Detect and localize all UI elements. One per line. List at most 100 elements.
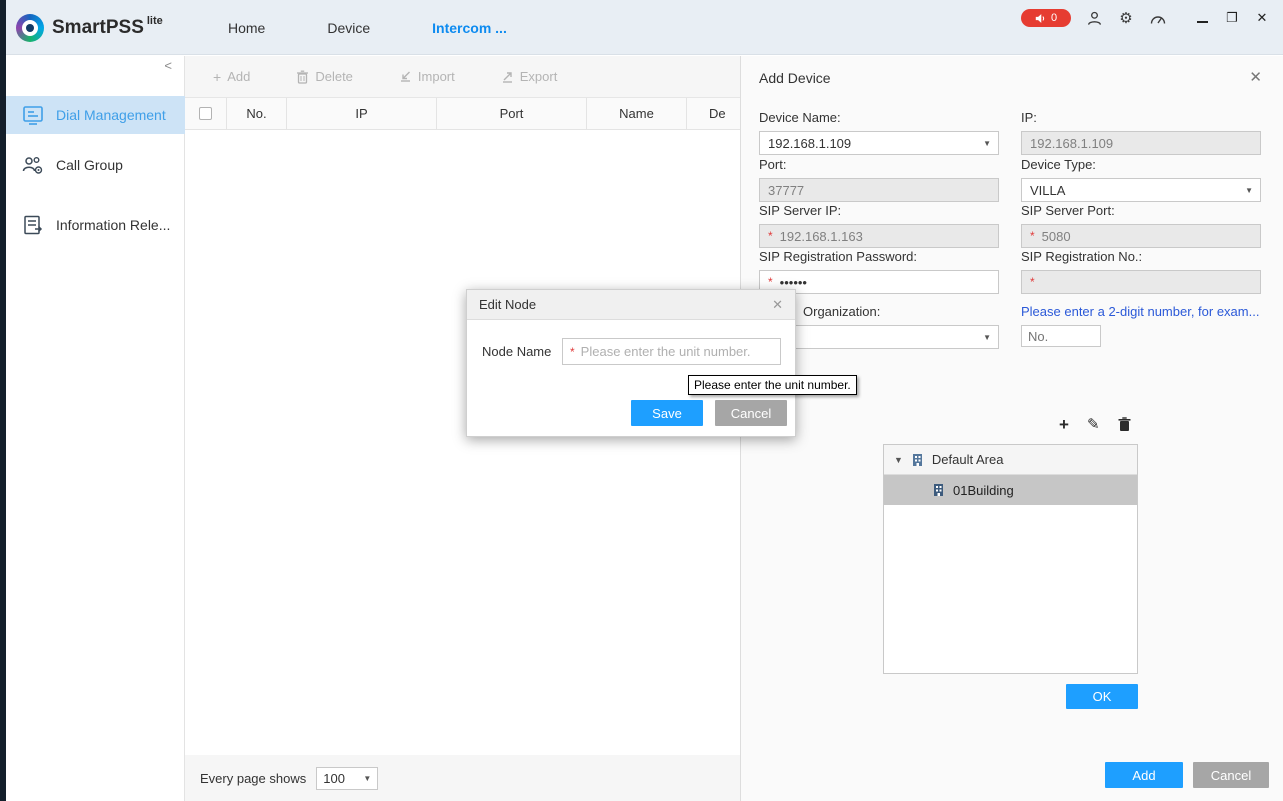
- chevron-down-icon: ▼: [983, 139, 991, 148]
- add-node-icon[interactable]: +: [1059, 416, 1069, 433]
- main-nav-tabs: Home Device Intercom ...: [228, 0, 569, 55]
- sidebar-item-call-group[interactable]: Call Group: [6, 146, 185, 184]
- number-hint-text: Please enter a 2-digit number, for exam.…: [1021, 304, 1259, 319]
- add-button[interactable]: + Add: [213, 69, 250, 85]
- tree-node-label: Default Area: [932, 452, 1004, 467]
- edit-node-dialog: Edit Node ✕ Node Name * Save Cancel: [466, 289, 796, 437]
- window-controls: ❐ ✕: [1195, 10, 1269, 26]
- save-button[interactable]: Save: [631, 400, 703, 426]
- export-button[interactable]: Export: [501, 69, 558, 84]
- export-button-label: Export: [520, 69, 558, 84]
- required-marker: *: [1030, 229, 1035, 243]
- sip-registration-no-label: SIP Registration No.:: [1021, 249, 1142, 264]
- minimize-button[interactable]: [1195, 11, 1209, 26]
- sip-server-ip-field: * 192.168.1.163: [759, 224, 999, 248]
- column-header-port: Port: [437, 98, 587, 129]
- port-value: 37777: [768, 183, 804, 198]
- node-name-input-wrap: *: [562, 338, 781, 365]
- page-size-value: 100: [323, 771, 345, 786]
- sip-server-port-value: 5080: [1042, 229, 1071, 244]
- app-logo-icon: [16, 14, 44, 42]
- app-name-suffix: lite: [147, 15, 163, 27]
- page-size-select[interactable]: 100 ▼: [316, 767, 378, 790]
- device-type-value: VILLA: [1030, 183, 1065, 198]
- tree-toolbar: + ✎: [1059, 416, 1131, 433]
- close-panel-icon[interactable]: ✕: [1249, 68, 1262, 86]
- add-device-title: Add Device: [759, 70, 831, 86]
- sip-server-port-label: SIP Server Port:: [1021, 203, 1115, 218]
- delete-node-icon[interactable]: [1118, 417, 1131, 432]
- sidebar: < Dial Management Call Group Information…: [6, 56, 185, 801]
- column-header-no: No.: [227, 98, 287, 129]
- sip-registration-no-field: *: [1021, 270, 1261, 294]
- select-all-cell: [185, 98, 227, 129]
- tree-node-default-area[interactable]: ▼ Default Area: [884, 445, 1137, 475]
- panel-cancel-button[interactable]: Cancel: [1193, 762, 1269, 788]
- settings-gear-icon[interactable]: ⚙: [1117, 9, 1135, 27]
- maximize-button[interactable]: ❐: [1225, 10, 1239, 26]
- tree-node-01building[interactable]: 01Building: [884, 475, 1137, 505]
- edit-node-icon[interactable]: ✎: [1087, 417, 1100, 432]
- device-type-combo[interactable]: VILLA ▼: [1021, 178, 1261, 202]
- app-name: SmartPSS: [52, 14, 144, 42]
- input-tooltip: Please enter the unit number.: [688, 375, 857, 395]
- information-release-icon: [22, 214, 44, 236]
- device-name-combo[interactable]: 192.168.1.109 ▼: [759, 131, 999, 155]
- alarm-count: 0: [1051, 12, 1057, 24]
- port-field: 37777: [759, 178, 999, 202]
- edit-node-titlebar: Edit Node ✕: [467, 290, 795, 320]
- select-all-checkbox[interactable]: [199, 107, 212, 120]
- sidebar-item-label: Dial Management: [56, 107, 166, 123]
- speaker-icon: [1035, 13, 1046, 24]
- close-dialog-icon[interactable]: ✕: [772, 297, 783, 313]
- import-button[interactable]: Import: [399, 69, 455, 84]
- app-window: SmartPSS lite Home Device Intercom ... 0…: [0, 0, 1283, 801]
- edit-node-title: Edit Node: [479, 297, 536, 312]
- ip-label: IP:: [1021, 110, 1037, 125]
- panel-add-button[interactable]: Add: [1105, 762, 1183, 788]
- dialog-cancel-button[interactable]: Cancel: [715, 400, 787, 426]
- dial-management-icon: [22, 104, 44, 126]
- sip-server-port-field: * 5080: [1021, 224, 1261, 248]
- user-account-icon[interactable]: [1085, 9, 1103, 27]
- pagination-bar: Every page shows 100 ▼: [185, 755, 740, 801]
- sip-password-value: ••••••: [780, 275, 807, 290]
- building-icon: [932, 483, 945, 497]
- node-name-input[interactable]: [581, 344, 773, 359]
- sip-server-ip-value: 192.168.1.163: [780, 229, 863, 244]
- building-icon: [911, 453, 924, 467]
- alarm-notification-badge[interactable]: 0: [1021, 9, 1071, 27]
- organization-tree: ▼ Default Area 01Building: [883, 444, 1138, 674]
- no-input[interactable]: [1021, 325, 1101, 347]
- chevron-down-icon: ▼: [983, 333, 991, 342]
- add-device-header: Add Device ✕: [741, 56, 1283, 100]
- tree-node-label: 01Building: [953, 483, 1014, 498]
- dashboard-gauge-icon[interactable]: [1149, 9, 1167, 27]
- export-icon: [501, 70, 514, 83]
- sip-password-label: SIP Registration Password:: [759, 249, 917, 264]
- expand-arrow-icon[interactable]: ▼: [894, 455, 903, 465]
- add-button-label: Add: [227, 69, 250, 84]
- sidebar-item-dial-management[interactable]: Dial Management: [6, 96, 185, 134]
- delete-button[interactable]: Delete: [296, 69, 353, 84]
- sidebar-collapse-button[interactable]: <: [164, 58, 172, 73]
- table-header: No. IP Port Name De: [185, 98, 740, 130]
- titlebar-right-cluster: 0 ⚙ ❐ ✕: [1021, 9, 1269, 27]
- ip-field: 192.168.1.109: [1021, 131, 1261, 155]
- tab-intercom[interactable]: Intercom ...: [432, 20, 507, 36]
- sidebar-item-information-release[interactable]: Information Rele...: [6, 206, 185, 244]
- tab-device[interactable]: Device: [327, 20, 370, 36]
- app-brand: SmartPSS lite: [16, 14, 163, 42]
- required-marker: *: [768, 229, 773, 243]
- add-device-panel: Add Device ✕ Device Name: 192.168.1.109 …: [740, 56, 1283, 801]
- plus-icon: +: [213, 69, 221, 85]
- call-group-icon: [22, 154, 44, 176]
- tree-ok-button[interactable]: OK: [1066, 684, 1138, 709]
- close-window-button[interactable]: ✕: [1255, 10, 1269, 26]
- tab-home[interactable]: Home: [228, 20, 265, 36]
- column-header-device: De: [687, 98, 740, 129]
- ip-value: 192.168.1.109: [1030, 136, 1113, 151]
- sidebar-item-label: Call Group: [56, 157, 123, 173]
- sip-server-ip-label: SIP Server IP:: [759, 203, 841, 218]
- node-name-label: Node Name: [482, 344, 551, 359]
